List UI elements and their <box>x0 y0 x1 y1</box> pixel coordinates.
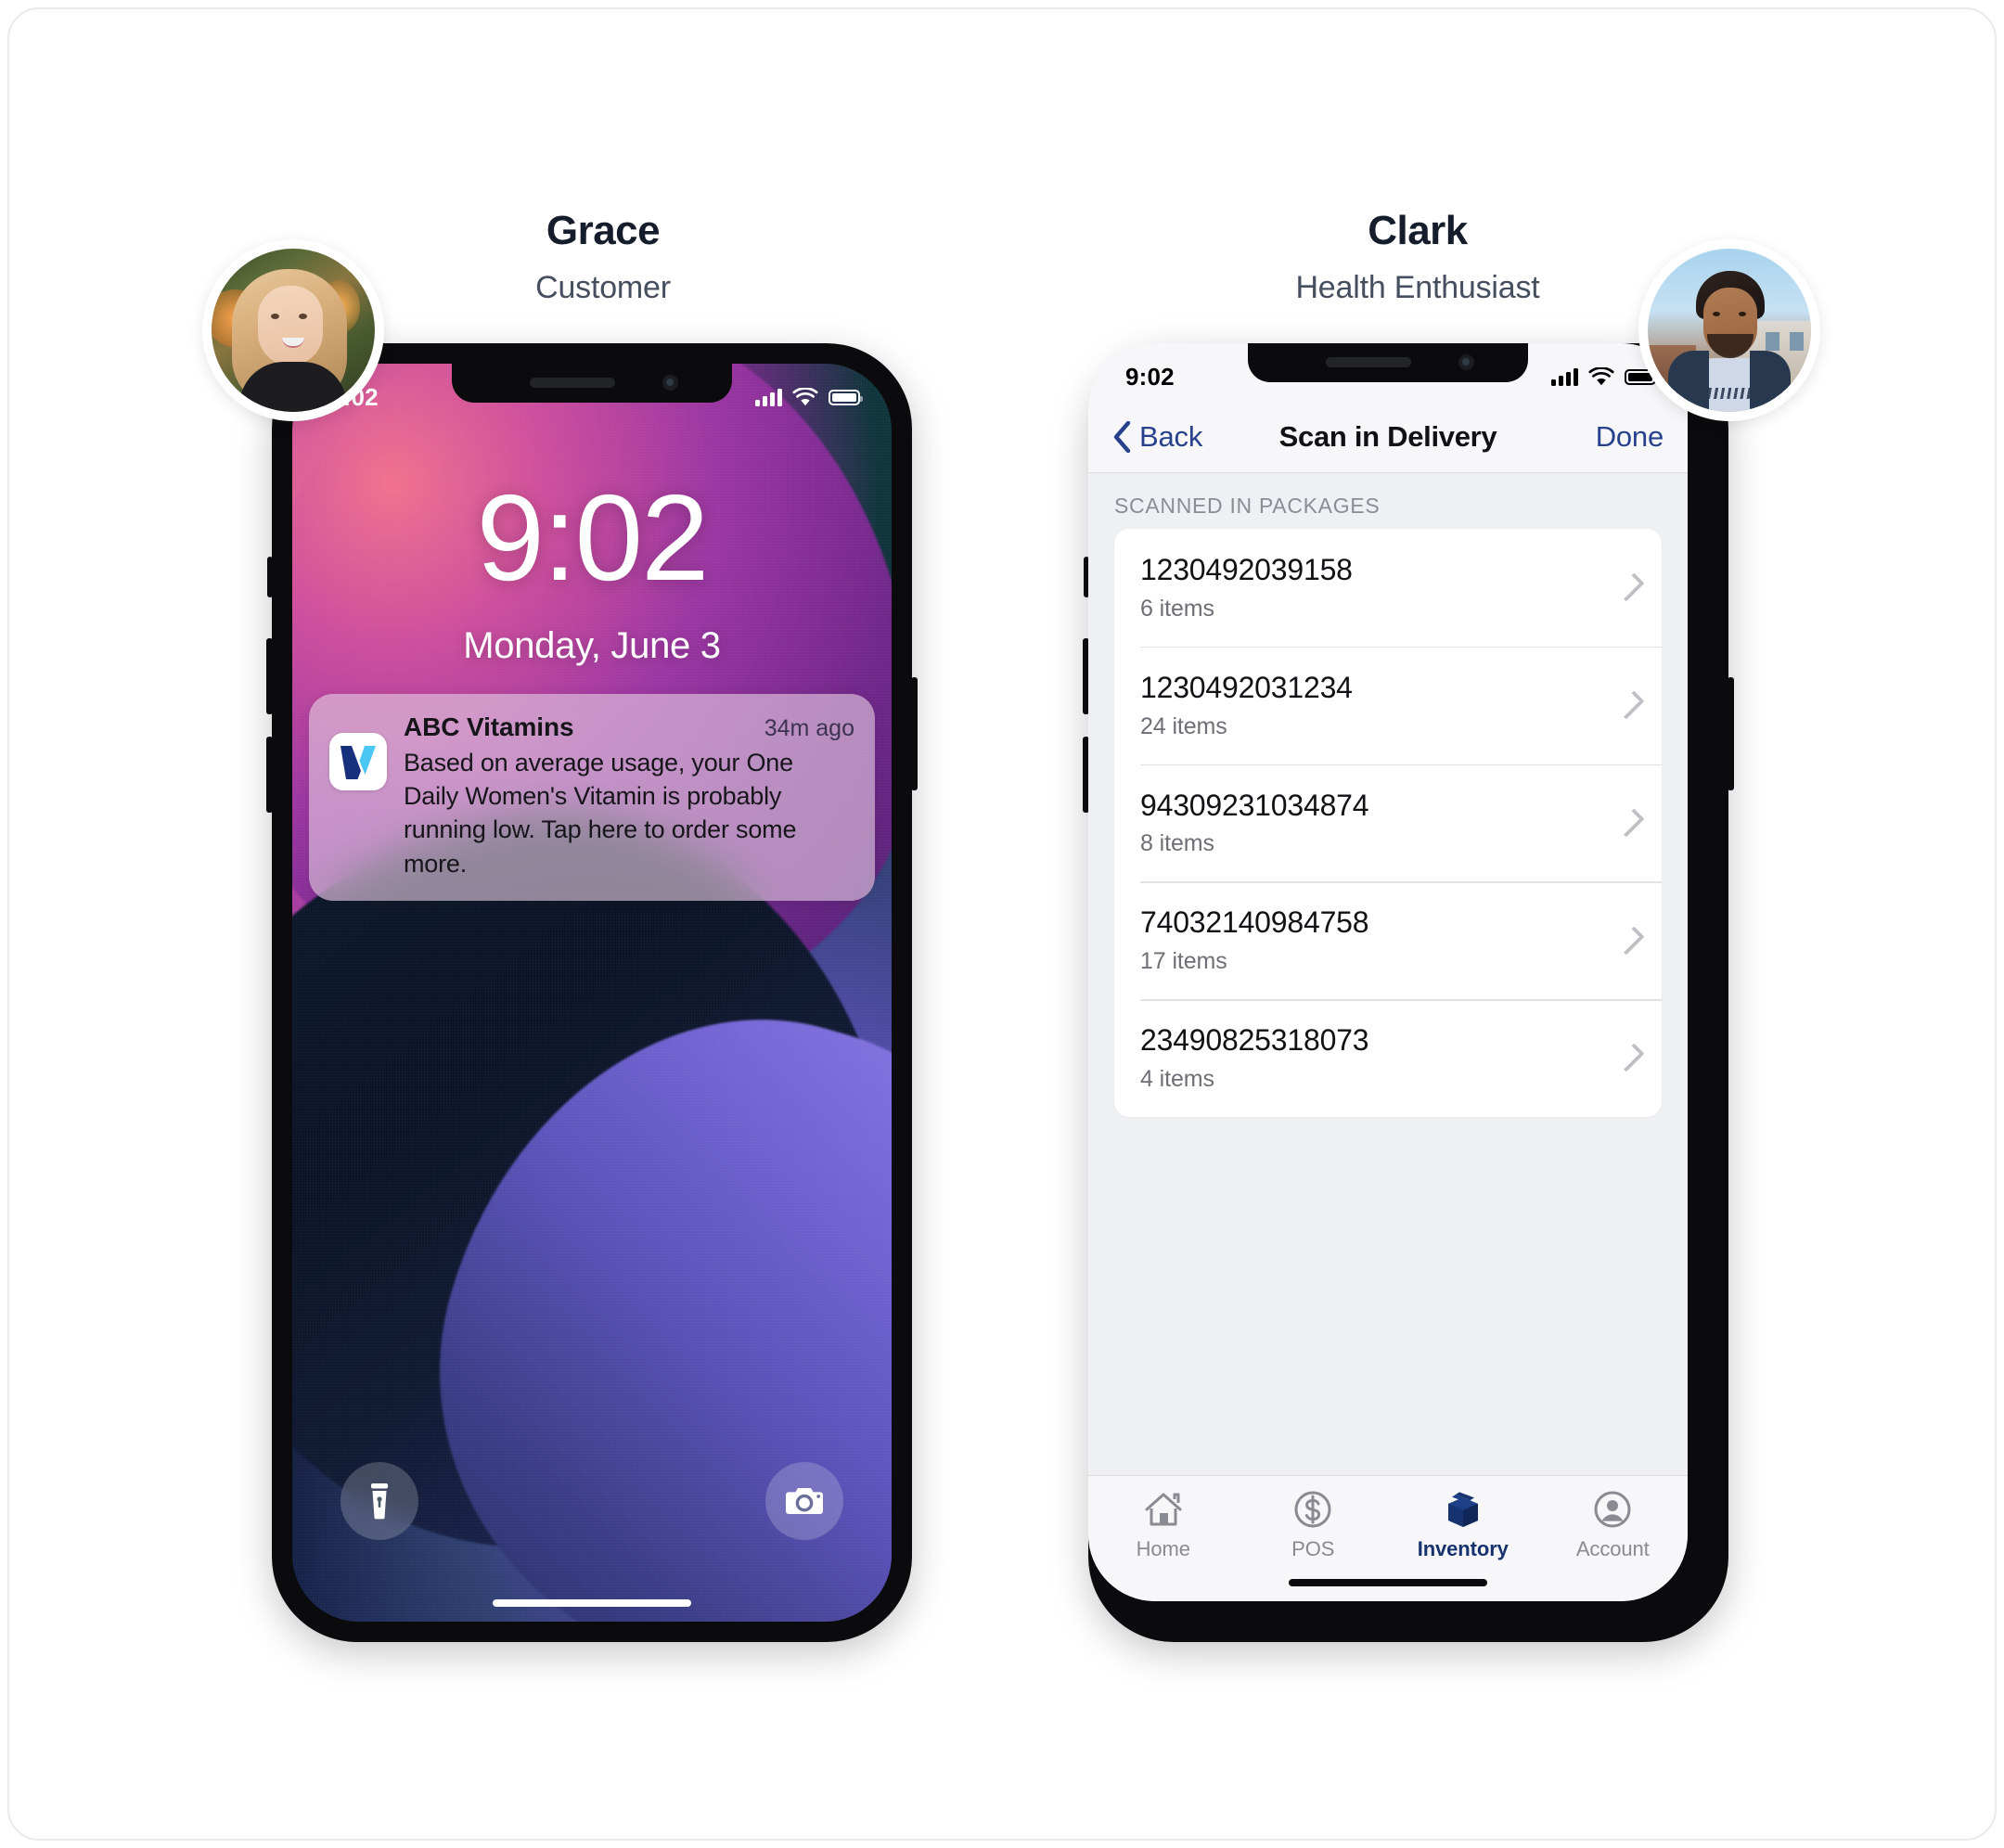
notification-card[interactable]: ABC Vitamins 34m ago Based on average us… <box>309 694 875 901</box>
front-camera-icon <box>662 375 678 391</box>
package-id: 1230492031234 <box>1140 670 1353 704</box>
tab-label: Home <box>1136 1537 1190 1560</box>
navigation-bar: Back Scan in Delivery Done <box>1088 401 1688 473</box>
lock-clock: 9:02 <box>476 469 710 606</box>
package-item-count: 17 items <box>1140 948 1227 974</box>
chevron-left-icon <box>1113 420 1131 453</box>
phone-right-app: 9:02 Back Scan in Delivery Done SCANNED … <box>1083 343 1734 1642</box>
grace-portrait-avatar <box>212 249 375 412</box>
battery-icon <box>829 389 863 405</box>
notification-message: Based on average usage, your One Daily W… <box>404 749 797 878</box>
home-indicator[interactable] <box>1289 1579 1487 1586</box>
package-item-count: 24 items <box>1140 712 1227 739</box>
tab-label: POS <box>1291 1537 1335 1560</box>
scan-delivery-screen: 9:02 Back Scan in Delivery Done SCANNED … <box>1088 343 1688 1601</box>
notch <box>452 364 732 403</box>
tab-label: Inventory <box>1417 1537 1509 1560</box>
earpiece-speaker <box>1326 357 1411 367</box>
table-row[interactable]: 1230492039158 6 items <box>1114 529 1662 647</box>
package-id: 94309231034874 <box>1140 788 1369 822</box>
chevron-right-icon <box>1615 690 1645 720</box>
package-id: 74032140984758 <box>1140 905 1369 940</box>
persona-name: Grace <box>546 208 661 253</box>
notch <box>1248 343 1528 382</box>
done-button[interactable]: Done <box>1596 420 1664 454</box>
abc-vitamins-v-logo-icon <box>329 733 387 790</box>
package-item-count: 6 items <box>1140 595 1214 622</box>
persona-role: Health Enthusiast <box>1295 270 1540 306</box>
back-button-label: Back <box>1139 419 1203 453</box>
chevron-right-icon <box>1615 808 1645 838</box>
page-card: Grace Customer 9:02 Monday, June 3 ABC V… <box>7 7 1997 1841</box>
lock-screen: 9:02 9:02 Monday, June 3 <box>292 364 892 1622</box>
home-icon <box>1142 1489 1185 1530</box>
signal-bars-icon <box>1551 367 1578 386</box>
camera-button[interactable] <box>765 1462 843 1540</box>
notification-app-name: ABC Vitamins <box>404 712 574 741</box>
table-row[interactable]: 1230492031234 24 items <box>1114 646 1662 764</box>
back-button[interactable]: Back <box>1112 420 1202 454</box>
signal-bars-icon <box>755 388 782 406</box>
avatar-grace <box>202 239 384 421</box>
scanned-packages-list: 1230492039158 6 items 1230492031234 24 i… <box>1114 529 1662 1117</box>
package-id: 1230492039158 <box>1140 553 1353 586</box>
flashlight-button[interactable] <box>340 1462 418 1540</box>
table-row[interactable]: 94309231034874 8 items <box>1114 764 1662 882</box>
tab-pos[interactable]: POS <box>1239 1489 1389 1561</box>
persona-header-grace: Grace Customer <box>325 208 881 306</box>
dollar-circle-icon <box>1291 1489 1334 1530</box>
camera-icon <box>786 1488 823 1514</box>
persona-role: Customer <box>535 270 671 306</box>
table-row[interactable]: 74032140984758 17 items <box>1114 881 1662 999</box>
package-item-count: 4 items <box>1140 1065 1214 1092</box>
person-circle-icon <box>1591 1489 1634 1530</box>
persona-header-clark: Clark Health Enthusiast <box>1139 208 1696 306</box>
lock-date: Monday, June 3 <box>463 625 721 666</box>
tab-label: Account <box>1575 1537 1650 1560</box>
box-package-icon <box>1442 1489 1484 1530</box>
front-camera-icon <box>1458 354 1474 370</box>
home-indicator[interactable] <box>493 1599 691 1607</box>
phone-left-lockscreen: 9:02 9:02 Monday, June 3 <box>266 343 918 1642</box>
table-row[interactable]: 23490825318073 4 items <box>1114 999 1662 1117</box>
package-item-count: 8 items <box>1140 830 1214 857</box>
package-id: 23490825318073 <box>1140 1023 1369 1057</box>
persona-name: Clark <box>1368 208 1468 253</box>
tab-account[interactable]: Account <box>1538 1489 1689 1561</box>
tab-home[interactable]: Home <box>1088 1489 1239 1561</box>
earpiece-speaker <box>530 378 615 388</box>
notification-timestamp: 34m ago <box>764 715 854 741</box>
flashlight-icon <box>371 1483 388 1520</box>
wifi-icon <box>792 387 818 405</box>
section-header: SCANNED IN PACKAGES <box>1114 494 1381 518</box>
chevron-right-icon <box>1615 926 1645 956</box>
chevron-right-icon <box>1615 1043 1645 1072</box>
clark-portrait-avatar <box>1648 249 1811 412</box>
wifi-icon <box>1588 366 1614 385</box>
avatar-clark <box>1638 239 1820 421</box>
tab-inventory[interactable]: Inventory <box>1388 1489 1538 1561</box>
status-time: 9:02 <box>1125 362 1175 391</box>
chevron-right-icon <box>1615 572 1645 602</box>
